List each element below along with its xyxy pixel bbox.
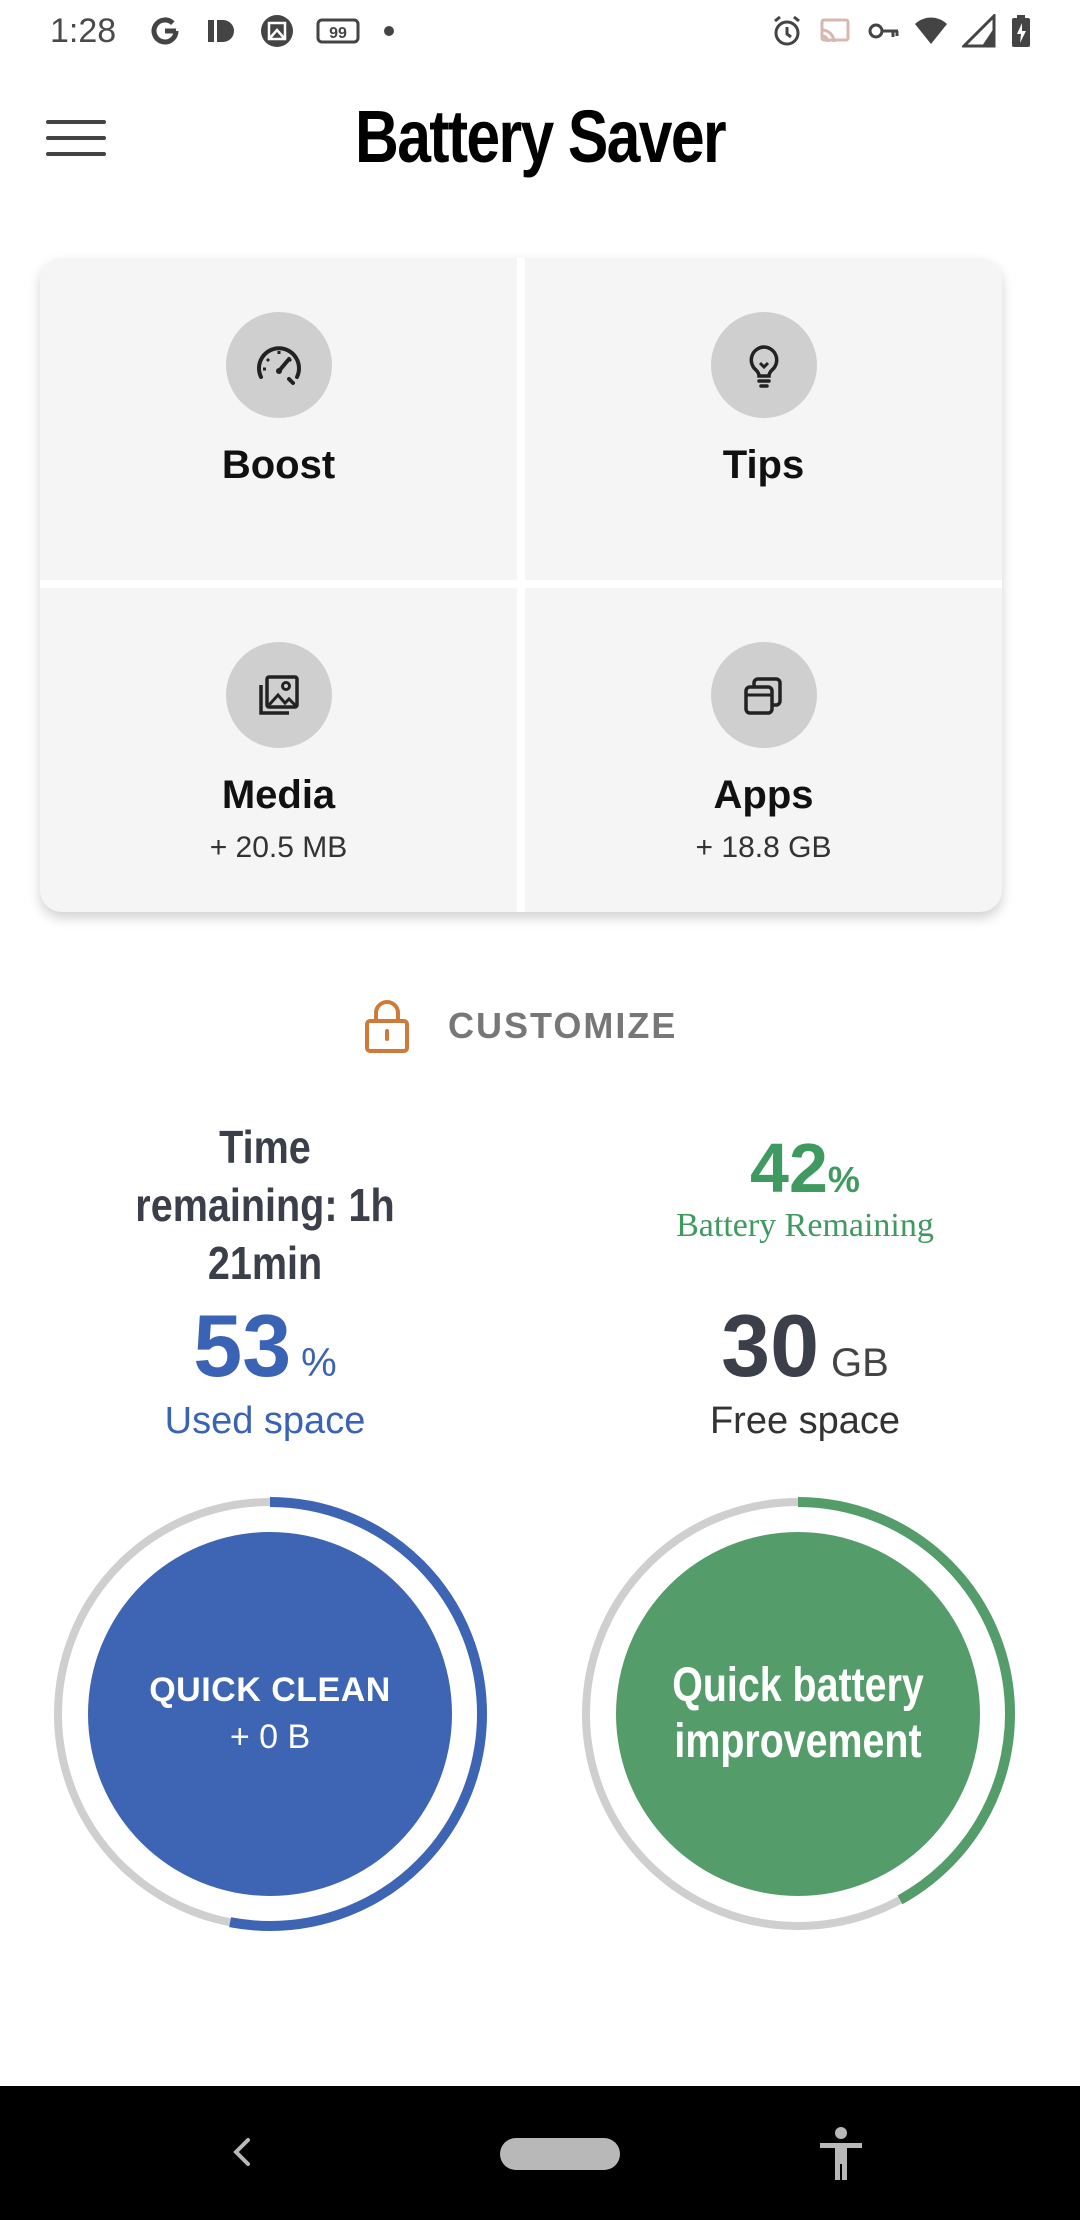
time-remaining-text: Time remaining: 1h 21min — [135, 1121, 395, 1289]
media-tile[interactable]: Media + 20.5 MB — [40, 588, 517, 910]
battery-percent: 42% — [660, 1128, 950, 1208]
dot-icon — [384, 26, 394, 36]
status-icons-right — [770, 14, 1032, 48]
back-icon[interactable] — [222, 2132, 262, 2172]
tips-tile[interactable]: Tips — [525, 258, 1002, 580]
tile-label-apps: Apps — [713, 773, 814, 817]
google-icon — [151, 17, 179, 45]
quick-battery-label: Quick battery improvement — [672, 1659, 924, 1768]
signal-icon — [962, 14, 996, 48]
99-badge-icon: 99 — [316, 18, 360, 44]
feature-grid: Boost Tips Media + 20.5 MB Apps + 18.8 G… — [40, 258, 1002, 912]
tile-label-tips: Tips — [722, 443, 805, 487]
battery-remaining-label: Battery Remaining — [676, 1207, 934, 1244]
accessibility-icon[interactable] — [816, 2126, 866, 2182]
free-space-unit: GB — [831, 1341, 889, 1385]
status-bar: 1:28 99 — [0, 0, 1080, 66]
used-space-unit: % — [301, 1341, 337, 1385]
app-bar: Battery Saver — [0, 66, 1080, 216]
used-space-percent: 53% — [110, 1295, 420, 1397]
vpn-key-icon — [868, 23, 899, 39]
free-space-value: 30 — [721, 1296, 820, 1395]
tile-sub-media: + 20.5 MB — [209, 831, 348, 864]
customize-button[interactable]: CUSTOMIZE — [362, 996, 677, 1056]
badge-99-text: 99 — [329, 25, 347, 42]
status-time: 1:28 — [50, 12, 117, 50]
wifi-icon — [915, 17, 947, 44]
gallery-icon — [226, 642, 332, 748]
free-space-label: Free space — [709, 1400, 901, 1442]
used-space-value: 53 — [193, 1296, 292, 1395]
quick-clean-button[interactable]: QUICK CLEAN + 0 B — [88, 1532, 452, 1896]
battery-icon — [1012, 15, 1030, 47]
used-space-label: Used space — [164, 1400, 366, 1442]
apps-stack-icon — [711, 642, 817, 748]
navigation-bar — [0, 2086, 1080, 2220]
home-pill[interactable] — [500, 2138, 620, 2170]
boost-tile[interactable]: Boost — [40, 258, 517, 580]
quick-clean-sub: + 0 B — [229, 1718, 311, 1756]
alarm-icon — [774, 15, 800, 46]
app-title: Battery Saver — [355, 95, 727, 178]
quick-battery-button[interactable]: Quick battery improvement — [616, 1532, 980, 1896]
customize-label: CUSTOMIZE — [448, 1005, 678, 1046]
tile-label-boost: Boost — [221, 443, 336, 487]
cast-icon — [820, 18, 850, 43]
battery-percent-value: 42 — [750, 1129, 828, 1207]
lock-icon — [365, 1000, 409, 1053]
apps-tile[interactable]: Apps + 18.8 GB — [525, 588, 1002, 910]
lightbulb-icon — [711, 312, 817, 418]
grid-divider-horizontal — [40, 580, 1002, 588]
tile-label-media: Media — [221, 773, 336, 817]
speedometer-icon — [226, 312, 332, 418]
used-space-gauge: QUICK CLEAN + 0 B — [50, 1494, 490, 1934]
battery-percent-sign: % — [827, 1159, 860, 1200]
tile-sub-apps: + 18.8 GB — [695, 831, 832, 864]
quick-clean-label: QUICK CLEAN — [149, 1671, 391, 1709]
free-space-amount: 30 GB — [660, 1295, 950, 1397]
status-icons-left: 99 — [148, 14, 396, 48]
image-icon — [261, 15, 293, 47]
battery-gauge: Quick battery improvement — [578, 1494, 1018, 1934]
id-icon — [208, 20, 234, 42]
